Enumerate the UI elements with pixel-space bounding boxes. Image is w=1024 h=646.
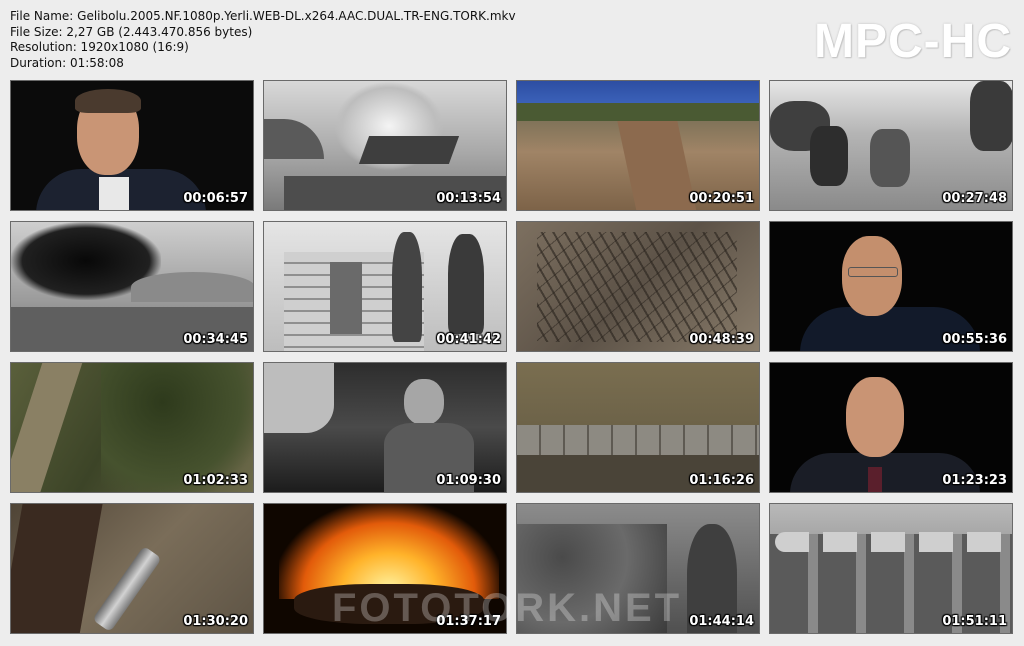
thumbnail-6[interactable]: 00:41:42 [263, 221, 507, 352]
cliff [264, 119, 324, 159]
vegetation-ridge [517, 103, 759, 121]
thumbnail-10[interactable]: 01:09:30 [263, 362, 507, 493]
glasses [848, 267, 898, 277]
whistle [92, 545, 162, 633]
timestamp: 00:48:39 [689, 332, 754, 347]
soldier-figure [448, 234, 484, 334]
doorway [330, 262, 362, 334]
ship [358, 136, 460, 164]
path [11, 363, 83, 492]
thumbnail-7[interactable]: 00:48:39 [516, 221, 760, 352]
timestamp: 00:13:54 [436, 191, 501, 206]
shirt [99, 177, 129, 210]
sandbag-wall [517, 425, 759, 455]
thorn-bush [537, 232, 737, 342]
thumbnail-grid: 00:06:57 00:13:54 00:20:51 00:27:48 00:3… [0, 0, 1024, 646]
soldier-figure [870, 129, 910, 187]
timestamp: 00:55:36 [942, 332, 1007, 347]
timestamp: 01:23:23 [942, 473, 1007, 488]
soldier-figure [392, 232, 422, 342]
horse [970, 81, 1012, 151]
thumbnail-3[interactable]: 00:20:51 [516, 80, 760, 211]
helmets [775, 532, 1009, 552]
timestamp: 00:06:57 [183, 191, 248, 206]
hill [131, 272, 253, 302]
thumbnail-11[interactable]: 01:16:26 [516, 362, 760, 493]
timestamp: 01:44:14 [689, 614, 754, 629]
thumbnail-13[interactable]: 01:30:20 [10, 503, 254, 634]
thumbnail-5[interactable]: 00:34:45 [10, 221, 254, 352]
timestamp: 00:34:45 [183, 332, 248, 347]
timestamp: 01:16:26 [689, 473, 754, 488]
arm [264, 363, 334, 433]
hair [75, 89, 141, 113]
timestamp: 00:41:42 [436, 332, 501, 347]
thumbnail-2[interactable]: 00:13:54 [263, 80, 507, 211]
timestamp: 00:20:51 [689, 191, 754, 206]
timestamp: 01:02:33 [183, 473, 248, 488]
thumbnail-4[interactable]: 00:27:48 [769, 80, 1013, 211]
ravine [617, 121, 697, 210]
thumbnail-8[interactable]: 00:55:36 [769, 221, 1013, 352]
thumbnail-12[interactable]: 01:23:23 [769, 362, 1013, 493]
timestamp: 00:27:48 [942, 191, 1007, 206]
thumbnail-9[interactable]: 01:02:33 [10, 362, 254, 493]
timestamp: 01:30:20 [183, 614, 248, 629]
soldier-head [404, 379, 444, 425]
thumbnail-16[interactable]: 01:51:11 [769, 503, 1013, 634]
face [846, 377, 904, 457]
tie [868, 467, 882, 492]
watermark: FOTOTORK.NET [332, 586, 683, 630]
timestamp: 01:09:30 [436, 473, 501, 488]
soldier-figure [810, 126, 848, 186]
timestamp: 01:51:11 [942, 614, 1007, 629]
wooden-board [11, 504, 103, 633]
thumbnail-1[interactable]: 00:06:57 [10, 80, 254, 211]
